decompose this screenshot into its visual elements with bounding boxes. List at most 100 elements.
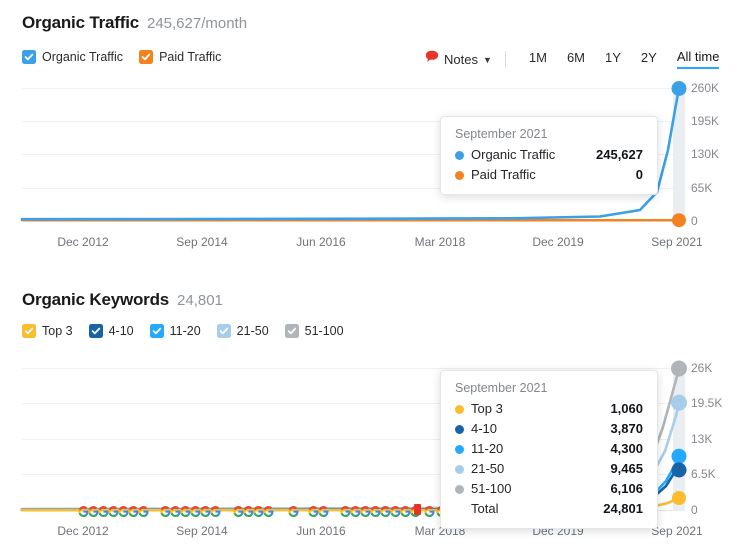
tooltip-series-name: 4-10	[471, 421, 498, 436]
range-1y[interactable]: 1Y	[605, 50, 621, 68]
x-tick-label: Dec 2012	[57, 235, 109, 249]
series-endpoint-4-10	[671, 462, 687, 478]
tooltip-series-name: 11-20	[471, 441, 504, 456]
series-dot-icon	[455, 170, 464, 180]
tooltip-row: 51-100 6,106	[455, 479, 643, 499]
legend-label: Organic Traffic	[42, 50, 124, 64]
tooltip-series-name: 21-50	[471, 461, 505, 476]
series-endpoint-paid-traffic	[672, 213, 686, 228]
google-update-marker-icon[interactable]	[138, 504, 149, 517]
tooltip-series-value: 245,627	[596, 147, 643, 162]
tooltip-series-name: Paid Traffic	[471, 167, 536, 182]
checkbox-checked-icon[interactable]	[139, 50, 154, 64]
tooltip-series-value: 0	[635, 167, 643, 182]
tooltip-series-value: 3,870	[610, 421, 643, 436]
range-1m[interactable]: 1M	[529, 50, 547, 68]
page-title: Organic Traffic	[22, 13, 139, 32]
range-6m[interactable]: 6M	[567, 50, 585, 68]
series-endpoint-21-50	[671, 394, 687, 411]
legend-label: 11-20	[169, 324, 201, 338]
legend-item-11-20[interactable]: 11-20	[149, 324, 201, 338]
series-dot-icon	[455, 444, 464, 454]
organic-traffic-tooltip: September 2021 Organic Traffic 245,627 P…	[440, 116, 658, 195]
notes-button[interactable]: Notes ▼	[425, 50, 492, 68]
series-endpoint-top-3	[672, 491, 686, 505]
y-tick-label: 0	[691, 503, 698, 517]
range-2y[interactable]: 2Y	[641, 50, 657, 68]
organic-keywords-value: 24,801	[177, 292, 223, 309]
x-tick-label: Dec 2019	[532, 235, 584, 249]
y-tick-label: 130K	[691, 147, 720, 161]
y-tick-label: 13K	[691, 432, 713, 446]
x-tick-label: Sep 2021	[651, 235, 703, 249]
tooltip-row: 4-10 3,870	[455, 419, 643, 439]
organic-keywords-legend: Top 3 4-10 11-20 21-50 51-100	[22, 324, 360, 338]
organic-keywords-tooltip: September 2021 Top 3 1,060 4-10 3,870 11…	[440, 370, 658, 529]
legend-item-top-3[interactable]: Top 3	[22, 324, 73, 338]
tooltip-series-value: 4,300	[610, 441, 643, 456]
tooltip-series-name: Organic Traffic	[471, 147, 556, 162]
organic-keywords-header: Organic Keywords 24,801	[22, 290, 223, 310]
seo-overview-page: Organic Traffic 245,627/month Organic Tr…	[0, 0, 753, 557]
series-dot-icon	[455, 404, 464, 414]
x-tick-label: Dec 2012	[57, 524, 109, 538]
legend-label: Top 3	[42, 324, 73, 338]
checkbox-checked-icon[interactable]	[88, 324, 103, 338]
legend-item-21-50[interactable]: 21-50	[216, 324, 269, 338]
legend-item-paid-traffic[interactable]: Paid Traffic	[139, 50, 221, 64]
legend-label: Paid Traffic	[159, 50, 222, 64]
organic-traffic-legend: Organic Traffic Paid Traffic	[22, 50, 237, 64]
tooltip-row: Paid Traffic 0	[455, 165, 643, 185]
tooltip-series-name: Top 3	[471, 401, 503, 416]
google-update-marker-icon[interactable]	[263, 504, 274, 517]
series-dot-icon	[455, 150, 464, 160]
chart-controls: Notes ▼ 1M 6M 1Y 2Y All time	[425, 49, 729, 69]
section-title: Organic Keywords	[22, 290, 170, 309]
tooltip-series-name: 51-100	[471, 481, 512, 496]
tooltip-series-value: 9,465	[610, 461, 643, 476]
tooltip-total-row: Total 24,801	[455, 499, 643, 519]
google-update-marker-icon[interactable]	[318, 504, 329, 517]
series-endpoint-organic-traffic	[671, 81, 687, 96]
checkbox-checked-icon[interactable]	[216, 324, 231, 338]
legend-label: 21-50	[236, 324, 269, 338]
organic-traffic-value: 245,627/month	[146, 15, 248, 32]
tooltip-row: 11-20 4,300	[455, 439, 643, 459]
x-tick-label: Sep 2014	[176, 235, 228, 249]
series-dot-icon	[455, 484, 464, 494]
range-all-time[interactable]: All time	[676, 49, 720, 69]
series-dot-icon	[455, 464, 464, 474]
y-tick-label: 0	[691, 214, 698, 228]
tooltip-series-value: 6,106	[610, 481, 643, 496]
series-endpoint-51-100	[671, 360, 687, 377]
x-tick-label: Jun 2016	[296, 524, 346, 538]
tooltip-row: Top 3 1,060	[455, 399, 643, 419]
y-tick-label: 26K	[691, 361, 713, 375]
legend-item-4-10[interactable]: 4-10	[88, 324, 134, 338]
google-update-marker-icon[interactable]	[424, 504, 435, 517]
legend-item-organic-traffic[interactable]: Organic Traffic	[22, 50, 123, 64]
x-tick-label: Jun 2016	[296, 235, 346, 249]
google-update-marker-icon[interactable]	[210, 504, 221, 517]
chevron-down-icon[interactable]: ▼	[483, 55, 492, 65]
legend-label: 51-100	[304, 324, 344, 338]
note-marker-icon[interactable]	[414, 504, 421, 515]
checkbox-checked-icon[interactable]	[284, 324, 299, 338]
legend-item-51-100[interactable]: 51-100	[284, 324, 344, 338]
checkbox-checked-icon[interactable]	[22, 324, 36, 338]
x-tick-label: Mar 2018	[414, 235, 466, 249]
google-update-marker-icon[interactable]	[288, 504, 299, 517]
x-tick-label: Sep 2014	[176, 524, 228, 538]
tooltip-total-label: Total	[471, 501, 499, 516]
checkbox-checked-icon[interactable]	[22, 50, 36, 64]
checkbox-checked-icon[interactable]	[149, 324, 164, 338]
tooltip-series-value: 1,060	[610, 401, 643, 416]
y-tick-label: 195K	[691, 114, 720, 128]
series-endpoint-11-20	[671, 448, 687, 464]
y-tick-label: 65K	[691, 181, 713, 195]
organic-traffic-header: Organic Traffic 245,627/month	[22, 13, 247, 33]
series-dot-icon	[455, 424, 464, 434]
tooltip-row: Organic Traffic 245,627	[455, 145, 643, 165]
tooltip-row: 21-50 9,465	[455, 459, 643, 479]
y-tick-label: 19.5K	[691, 396, 723, 410]
